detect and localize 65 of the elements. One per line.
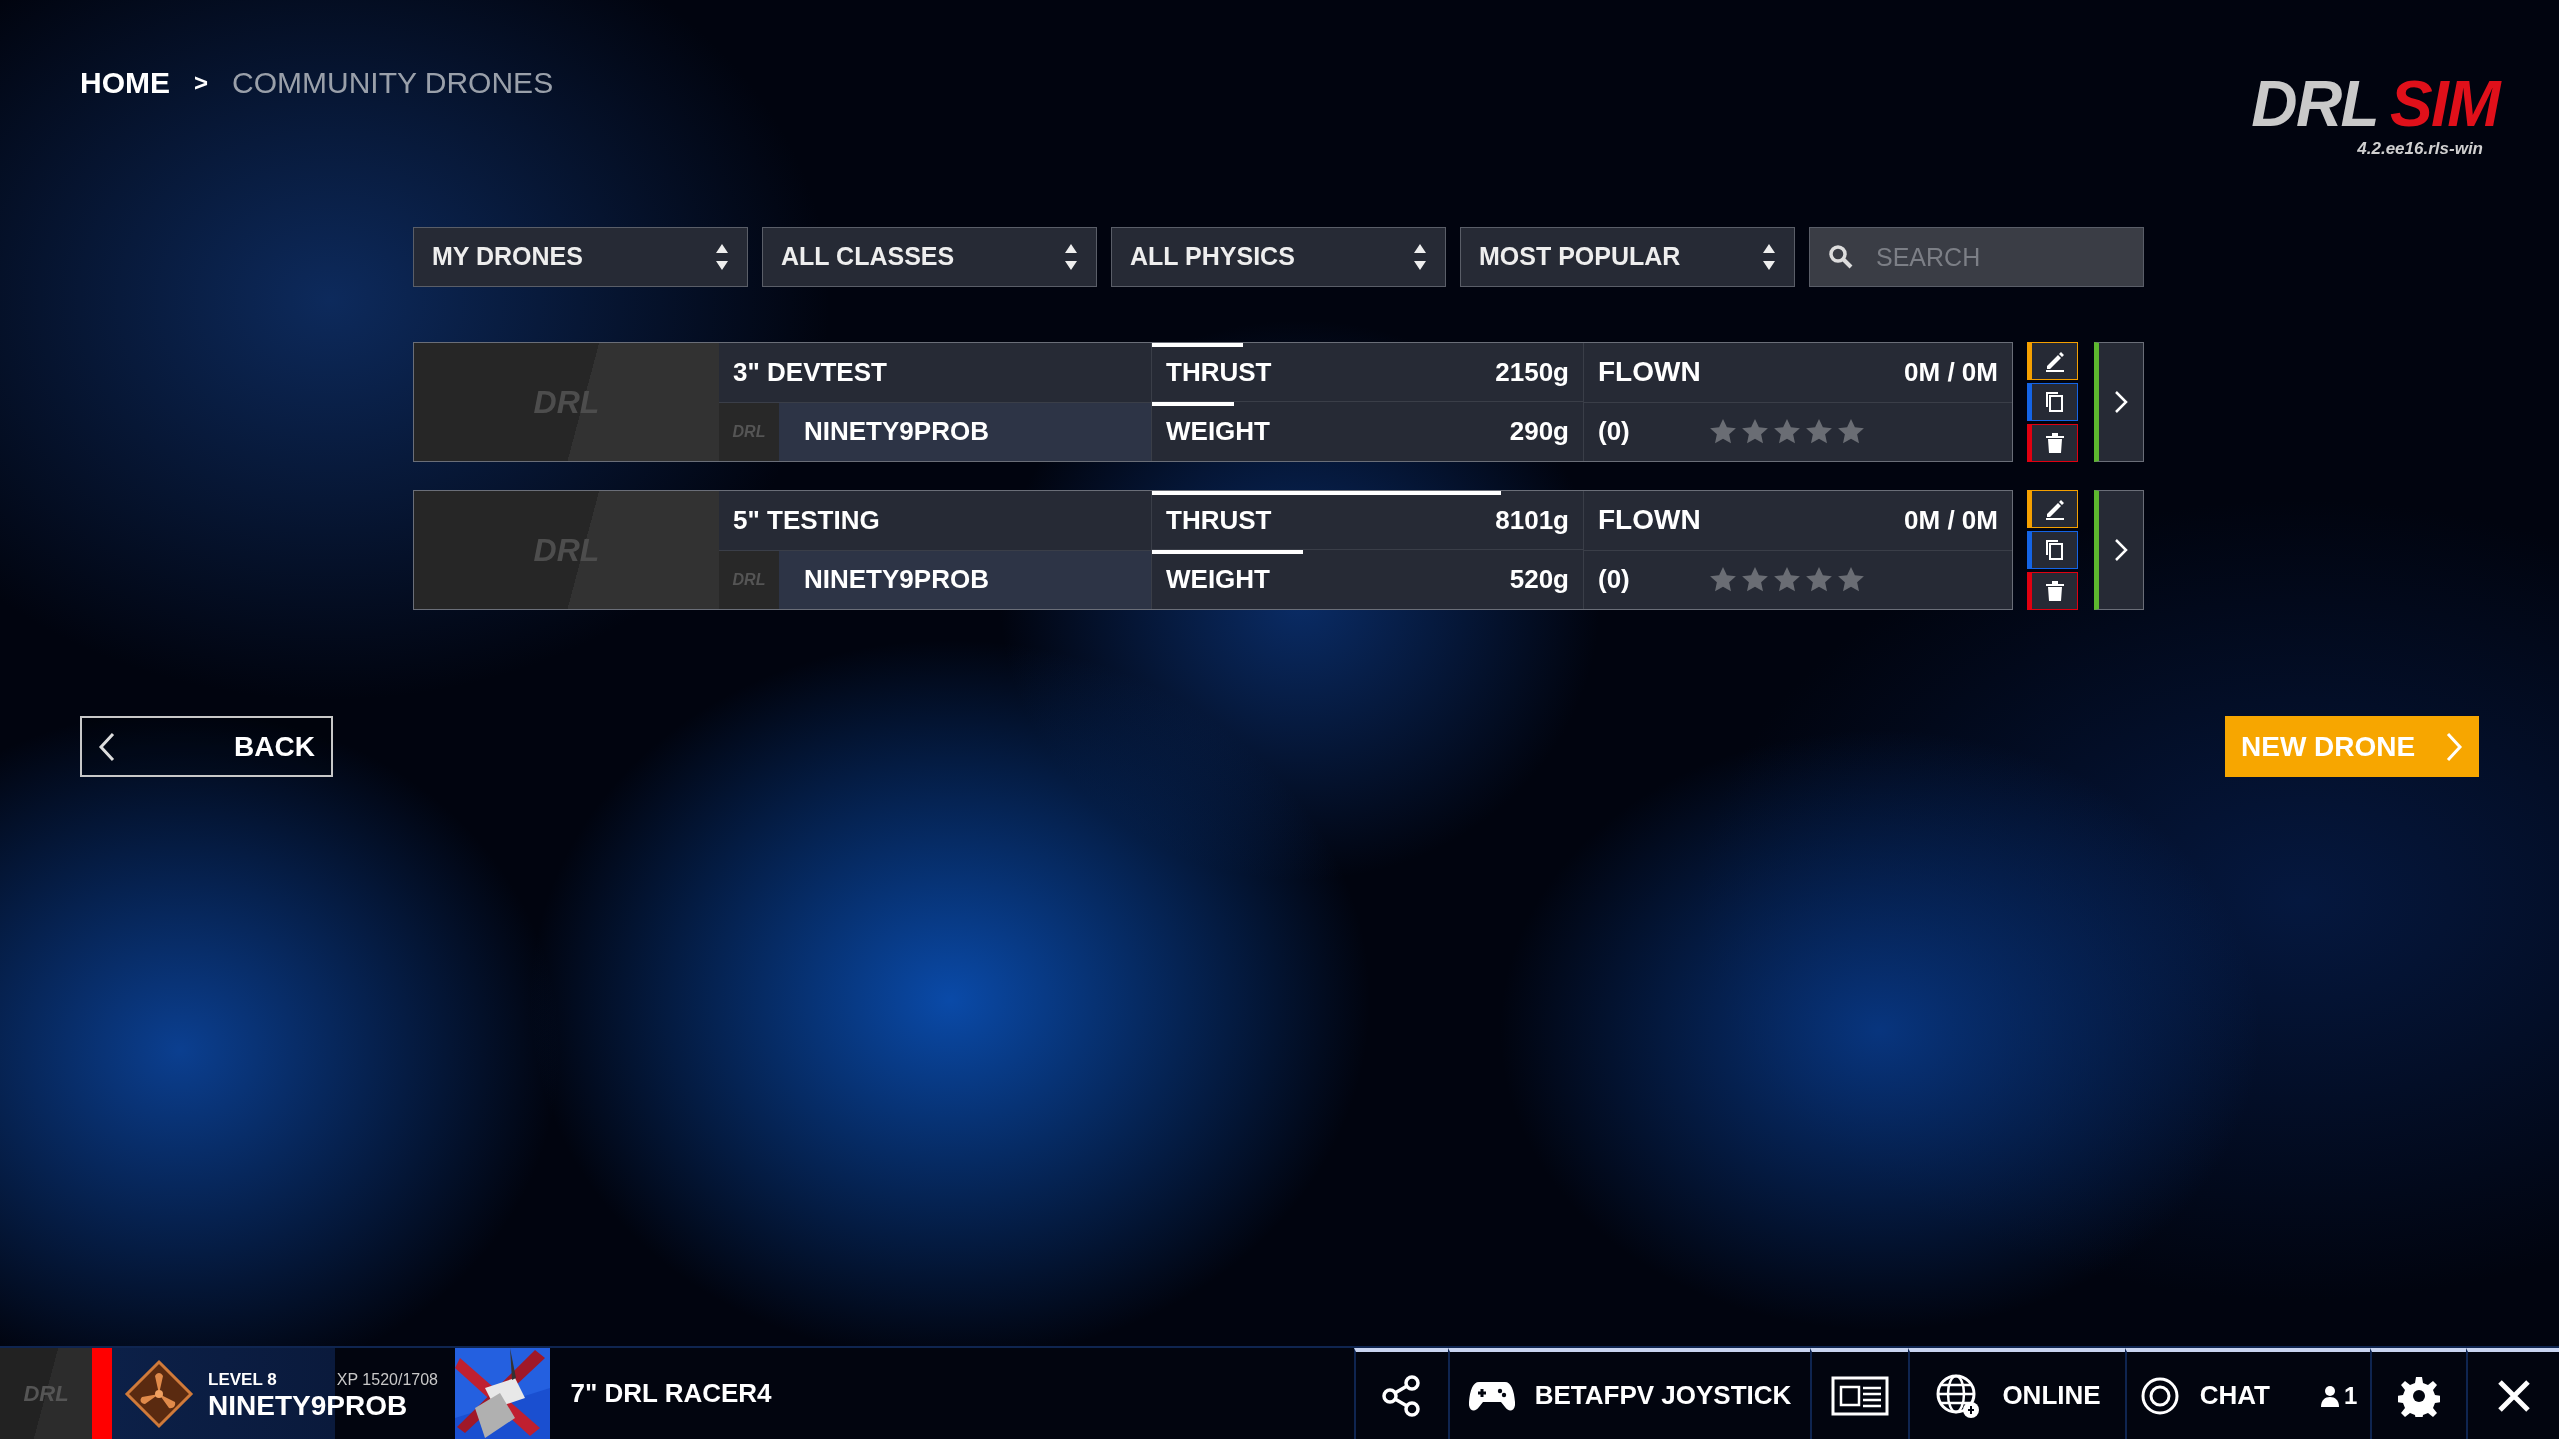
stat-label: THRUST xyxy=(1166,355,1272,389)
chevron-left-icon xyxy=(98,731,116,762)
sort-arrows-icon xyxy=(1413,242,1427,272)
stat-label: THRUST xyxy=(1166,503,1272,537)
flown-value: 0M / 0M xyxy=(1904,355,1998,389)
sort-arrows-icon xyxy=(1762,242,1776,272)
share-button[interactable] xyxy=(1354,1348,1448,1439)
id-card-icon xyxy=(1831,1375,1889,1416)
delete-button[interactable] xyxy=(2027,572,2078,610)
stat-value: 520g xyxy=(1509,563,1569,596)
version-label: 4.2.ee16.rls-win xyxy=(2357,138,2483,160)
chat-button[interactable]: CHAT 1 xyxy=(2125,1348,2370,1439)
stat-value: 2150g xyxy=(1495,355,1569,389)
author-name: NINETY9PROB xyxy=(804,563,989,597)
copy-button[interactable] xyxy=(2027,531,2078,569)
logo-text: DRL xyxy=(2251,72,2378,136)
separator-label: > xyxy=(194,67,208,98)
back-button[interactable]: BACK xyxy=(80,716,333,777)
search-input[interactable]: SEARCH xyxy=(1876,229,2116,285)
edit-button[interactable] xyxy=(2027,490,2078,528)
settings-icon xyxy=(2398,1374,2440,1417)
online-button[interactable]: ONLINE xyxy=(1908,1348,2125,1439)
search-field[interactable]: SEARCH xyxy=(1809,227,2144,287)
chevron-right-icon xyxy=(2114,390,2128,414)
search-icon xyxy=(1828,244,1854,270)
sort-arrows-icon xyxy=(715,242,729,272)
stat-value: 290g xyxy=(1509,415,1569,448)
flown-value: 0M / 0M xyxy=(1904,503,1998,537)
player-name: NINETY9PROB xyxy=(208,1392,409,1421)
chevron-right-icon xyxy=(2114,538,2128,562)
level-label: LEVEL 8 xyxy=(208,1368,277,1391)
dropdown[interactable]: ALL PHYSICS xyxy=(1111,227,1446,287)
drone-name: 5" TESTING xyxy=(719,491,1151,551)
controller-button[interactable]: BETAFPV JOYSTICK xyxy=(1448,1348,1810,1439)
open-button[interactable] xyxy=(2094,490,2144,610)
settings-button[interactable] xyxy=(2370,1348,2466,1439)
stat-label: WEIGHT xyxy=(1166,563,1270,596)
stat-label: WEIGHT xyxy=(1166,415,1270,448)
author-name: NINETY9PROB xyxy=(804,415,989,449)
close-button[interactable] xyxy=(2466,1348,2559,1439)
stat-value: 8101g xyxy=(1495,503,1569,537)
current-drone-name[interactable]: 7" DRL RACER4 xyxy=(550,1348,792,1439)
dropdown[interactable]: MY DRONES xyxy=(413,227,748,287)
user-icon xyxy=(2319,1384,2340,1407)
dropdown[interactable]: ALL CLASSES xyxy=(762,227,1097,287)
breadcrumb-link[interactable]: COMMUNITY DRONES xyxy=(232,60,554,105)
copy-button[interactable] xyxy=(2027,383,2078,421)
rating-count: (0) xyxy=(1598,563,1631,597)
chevron-right-icon xyxy=(2445,731,2463,762)
user-count: 1 xyxy=(2319,1377,2358,1414)
edit-button[interactable] xyxy=(2027,342,2078,380)
dropdown[interactable]: MOST POPULAR xyxy=(1460,227,1795,287)
profile-card-button[interactable] xyxy=(1810,1348,1908,1439)
propeller-badge-icon xyxy=(124,1358,194,1429)
drone-name: 3" DEVTEST xyxy=(719,343,1151,403)
flown-label: FLOWN xyxy=(1598,355,1701,390)
sort-arrows-icon xyxy=(1064,242,1078,272)
close-icon xyxy=(2495,1377,2532,1414)
breadcrumb-link[interactable]: HOME xyxy=(80,60,170,105)
xp-label: XP 1520/1708 xyxy=(336,1369,438,1390)
delete-button[interactable] xyxy=(2027,424,2078,462)
chat-ring-icon xyxy=(2139,1375,2180,1416)
flown-label: FLOWN xyxy=(1598,503,1701,538)
open-button[interactable] xyxy=(2094,342,2144,462)
rating-count: (0) xyxy=(1598,415,1631,449)
